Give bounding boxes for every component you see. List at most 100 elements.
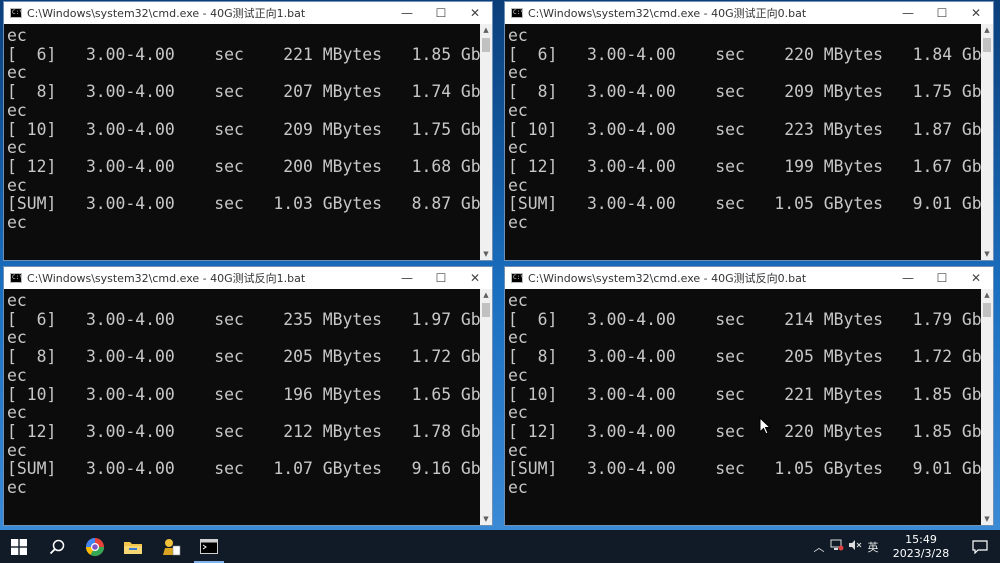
close-button[interactable]: ✕: [959, 2, 993, 24]
console-line: [ 12] 3.00-4.00 sec 220 MBytes 1.85 Gbit…: [508, 421, 983, 441]
console-line: ec: [7, 100, 27, 120]
console-line: [ 6] 3.00-4.00 sec 221 MBytes 1.85 Gbits…: [7, 44, 482, 64]
scrollbar-thumb[interactable]: [983, 38, 991, 52]
console-line: ec: [508, 213, 528, 233]
start-button[interactable]: [0, 530, 38, 563]
console-line: ec: [7, 440, 27, 460]
window-titlebar[interactable]: C:\ C:\Windows\system32\cmd.exe - 40G测试正…: [505, 2, 993, 24]
vertical-scrollbar[interactable]: ▲ ▼: [480, 289, 492, 525]
maximize-button[interactable]: ☐: [424, 267, 458, 289]
maximize-button[interactable]: ☐: [925, 267, 959, 289]
window-titlebar[interactable]: C:\ C:\Windows\system32\cmd.exe - 40G测试反…: [4, 267, 492, 289]
window-title: C:\Windows\system32\cmd.exe - 40G测试正向0.b…: [528, 7, 807, 20]
clock-date: 2023/3/28: [892, 546, 950, 560]
minimize-button[interactable]: —: [891, 2, 925, 24]
scroll-down-arrow-icon[interactable]: ▼: [480, 248, 492, 260]
console-line: [ 8] 3.00-4.00 sec 209 MBytes 1.75 Gbits…: [508, 82, 983, 102]
window-title: C:\Windows\system32\cmd.exe - 40G测试正向1.b…: [27, 7, 306, 20]
cmd-window-forward-1[interactable]: C:\ C:\Windows\system32\cmd.exe - 40G测试正…: [3, 1, 493, 261]
console-line: ec: [7, 213, 27, 233]
close-button[interactable]: ✕: [959, 267, 993, 289]
cmd-app-icon: C:\: [511, 273, 524, 283]
clock-time: 15:49: [905, 532, 937, 546]
cmd-window-forward-0[interactable]: C:\ C:\Windows\system32\cmd.exe - 40G测试正…: [504, 1, 994, 261]
taskbar-command-prompt[interactable]: [190, 530, 228, 563]
vertical-scrollbar[interactable]: ▲ ▼: [981, 289, 993, 525]
taskbar-network-tool[interactable]: [152, 530, 190, 563]
cmd-app-icon: C:\: [10, 273, 23, 283]
maximize-button[interactable]: ☐: [925, 2, 959, 24]
mouse-cursor-icon: [759, 417, 771, 435]
window-title: C:\Windows\system32\cmd.exe - 40G测试反向1.b…: [27, 272, 306, 285]
cmd-app-icon: C:\: [511, 8, 524, 18]
console-line: ec: [7, 291, 27, 310]
scroll-down-arrow-icon[interactable]: ▼: [981, 248, 993, 260]
volume-icon[interactable]: [846, 539, 864, 554]
scroll-up-arrow-icon[interactable]: ▲: [981, 289, 993, 301]
console-output[interactable]: ec [ 6] 3.00-4.00 sec 220 MBytes 1.84 Gbi…: [505, 24, 983, 260]
cmd-app-icon: C:\: [10, 8, 23, 18]
console-line: [ 10] 3.00-4.00 sec 196 MBytes 1.65 Gbit…: [7, 384, 482, 404]
notification-center-button[interactable]: [960, 539, 1000, 554]
command-prompt-icon: [200, 539, 218, 554]
scroll-up-arrow-icon[interactable]: ▲: [480, 289, 492, 301]
console-line: ec: [7, 328, 27, 348]
scroll-down-arrow-icon[interactable]: ▼: [981, 513, 993, 525]
minimize-button[interactable]: —: [891, 267, 925, 289]
file-explorer-icon: [124, 541, 142, 554]
console-line: ec: [7, 365, 27, 385]
minimize-button[interactable]: —: [390, 2, 424, 24]
taskbar-file-explorer[interactable]: [114, 530, 152, 563]
console-line: [ 6] 3.00-4.00 sec 214 MBytes 1.79 Gbits…: [508, 309, 983, 329]
scrollbar-thumb[interactable]: [482, 303, 490, 317]
console-line: [SUM] 3.00-4.00 sec 1.07 GBytes 9.16 Gbi…: [7, 459, 482, 479]
network-status-icon[interactable]: [828, 539, 846, 554]
search-icon: [49, 539, 65, 554]
minimize-button[interactable]: —: [390, 267, 424, 289]
scroll-up-arrow-icon[interactable]: ▲: [981, 24, 993, 36]
show-hidden-icons-chevron-icon[interactable]: ︿: [810, 539, 828, 555]
console-line: [ 6] 3.00-4.00 sec 220 MBytes 1.84 Gbits…: [508, 44, 983, 64]
maximize-button[interactable]: ☐: [424, 2, 458, 24]
console-line: [SUM] 3.00-4.00 sec 1.05 GBytes 9.01 Gbi…: [508, 194, 983, 214]
scrollbar-thumb[interactable]: [983, 303, 991, 317]
console-output[interactable]: ec[ 6] 3.00-4.00 sec 214 MBytes 1.79 Gbi…: [505, 289, 983, 525]
console-line: ec: [7, 26, 27, 45]
console-line: [ 10] 3.00-4.00 sec 221 MBytes 1.85 Gbit…: [508, 384, 983, 404]
system-tray: ︿ 英 15:49 2023/3/28: [810, 530, 1000, 563]
taskbar: ︿ 英 15:49 2023/3/28: [0, 530, 1000, 563]
notification-icon: [972, 539, 988, 554]
console-line: [ 8] 3.00-4.00 sec 207 MBytes 1.74 Gbits…: [7, 82, 482, 102]
close-button[interactable]: ✕: [458, 267, 492, 289]
window-titlebar[interactable]: C:\ C:\Windows\system32\cmd.exe - 40G测试反…: [505, 267, 993, 289]
console-line: ec: [508, 138, 528, 158]
console-output[interactable]: ec[ 6] 3.00-4.00 sec 235 MBytes 1.97 Gbi…: [4, 289, 482, 525]
cmd-window-reverse-1[interactable]: C:\ C:\Windows\system32\cmd.exe - 40G测试反…: [3, 266, 493, 526]
console-line: [ 10] 3.00-4.00 sec 209 MBytes 1.75 Gbit…: [7, 119, 482, 139]
console-line: ec: [508, 100, 528, 120]
ime-indicator[interactable]: 英: [864, 539, 882, 555]
clock[interactable]: 15:49 2023/3/28: [882, 533, 960, 561]
console-output[interactable]: ec[ 6] 3.00-4.00 sec 221 MBytes 1.85 Gbi…: [4, 24, 482, 260]
network-tool-icon: [163, 538, 181, 555]
console-line: [SUM] 3.00-4.00 sec 1.05 GBytes 9.01 Gbi…: [508, 459, 983, 479]
cmd-window-reverse-0[interactable]: C:\ C:\Windows\system32\cmd.exe - 40G测试反…: [504, 266, 994, 526]
close-button[interactable]: ✕: [458, 2, 492, 24]
scroll-up-arrow-icon[interactable]: ▲: [480, 24, 492, 36]
console-line: ec: [508, 328, 528, 348]
search-button[interactable]: [38, 530, 76, 563]
console-line: [ 6] 3.00-4.00 sec 235 MBytes 1.97 Gbits…: [7, 309, 482, 329]
console-line: ec: [7, 403, 27, 423]
console-line: ec: [508, 478, 528, 498]
window-titlebar[interactable]: C:\ C:\Windows\system32\cmd.exe - 40G测试正…: [4, 2, 492, 24]
vertical-scrollbar[interactable]: ▲ ▼: [981, 24, 993, 260]
scrollbar-thumb[interactable]: [482, 38, 490, 52]
vertical-scrollbar[interactable]: ▲ ▼: [480, 24, 492, 260]
console-line: ec: [508, 175, 528, 195]
taskbar-browser[interactable]: [76, 530, 114, 563]
console-line: [ 12] 3.00-4.00 sec 200 MBytes 1.68 Gbit…: [7, 156, 482, 176]
scroll-down-arrow-icon[interactable]: ▼: [480, 513, 492, 525]
console-line: ec: [7, 63, 27, 83]
console-line: ec: [7, 138, 27, 158]
console-line: ec: [7, 175, 27, 195]
